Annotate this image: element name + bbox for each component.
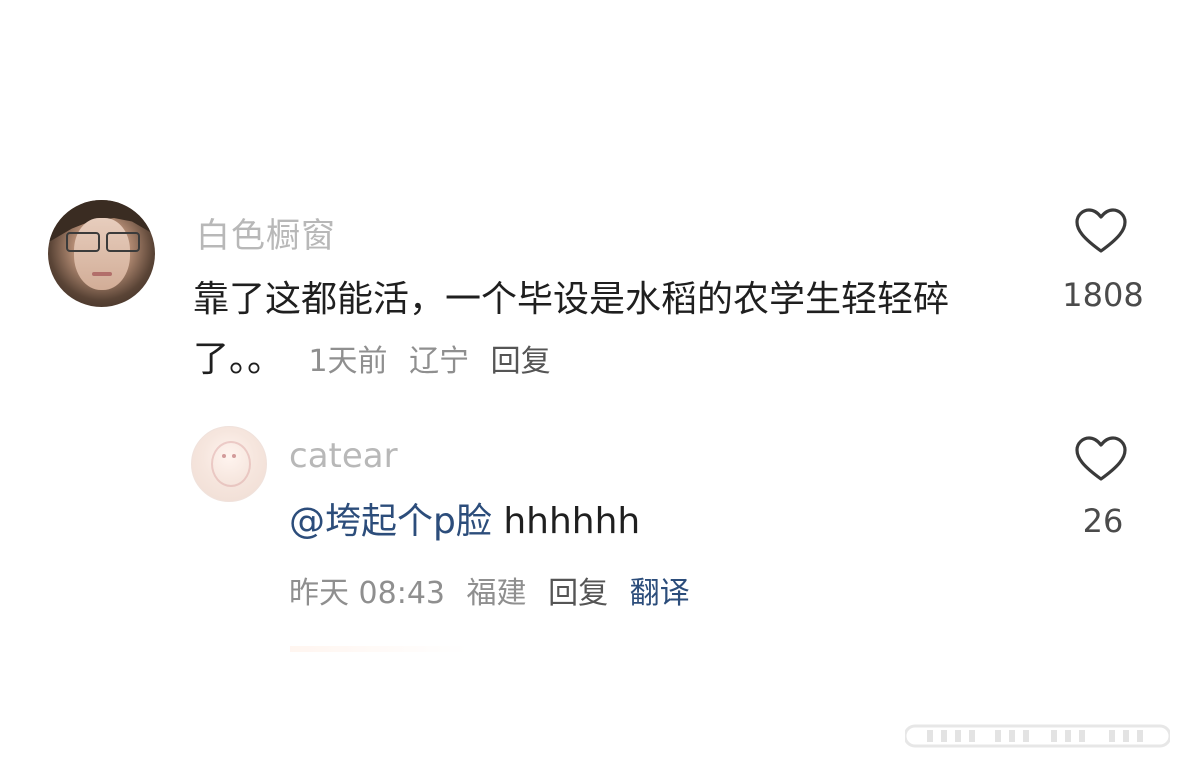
avatar-glasses [66,232,142,252]
comment-location: 福建 [466,576,527,611]
comment-body: 靠了这都能活，一个毕设是水稻的农学生轻轻碎了。。 [193,279,950,380]
avatar-sketch [211,441,251,487]
comment-meta: 昨天 08:43 福建 回复 翻译 [289,568,702,612]
comment-username[interactable]: 白色橱窗 [196,208,336,257]
comment-body: hhhhhh [503,501,641,542]
comment-text: @垮起个p脸 hhhhhh [289,498,640,546]
like-count: 1808 [1062,276,1144,314]
reply-button[interactable]: 回复 [548,576,608,611]
avatar-eye-right [232,454,236,458]
comment-location: 辽宁 [409,344,470,379]
watermark-logo [905,724,1170,748]
mention-link[interactable]: @垮起个p脸 [289,501,492,542]
translate-button[interactable]: 翻译 [630,576,690,611]
heart-outline-icon[interactable] [1075,208,1127,256]
comment-text: 靠了这都能活，一个毕设是水稻的农学生轻轻碎了。。 1天前 辽宁 回复 [193,270,1013,392]
faded-content-strip [290,646,545,652]
avatar-eye-left [222,454,226,458]
comment-meta: 1天前 辽宁 回复 [308,344,562,379]
avatar[interactable] [48,200,155,307]
avatar[interactable] [191,426,267,502]
heart-outline-icon[interactable] [1075,436,1127,484]
comment-time: 昨天 08:43 [289,576,445,611]
reply-button[interactable]: 回复 [491,344,551,379]
avatar-mouth [92,272,112,276]
comment-username[interactable]: catear [289,436,398,476]
avatar-face [74,218,130,290]
comment-time: 1天前 [308,344,388,379]
like-count: 26 [1082,502,1124,540]
